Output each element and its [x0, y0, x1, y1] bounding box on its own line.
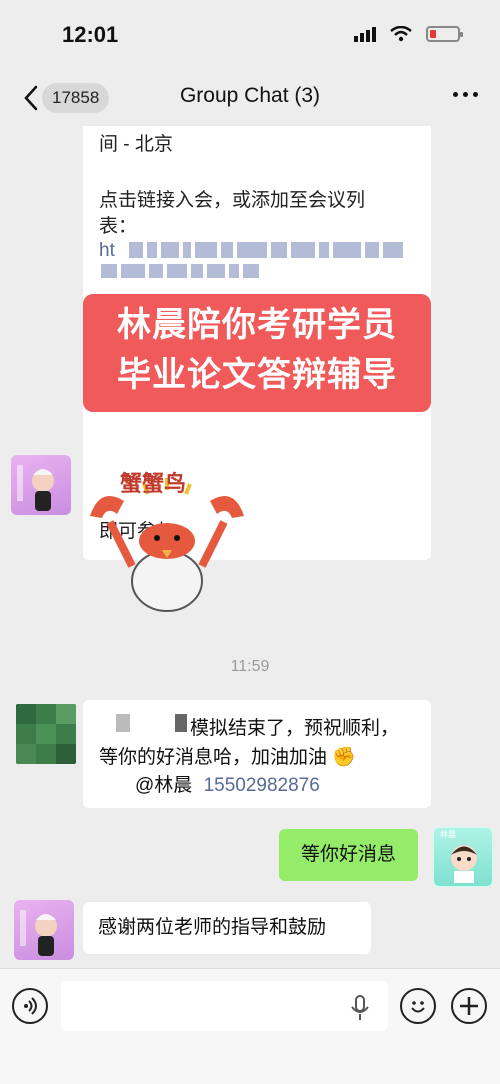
plus-button[interactable] [451, 988, 487, 1024]
avatar[interactable] [16, 704, 76, 764]
more-dot-icon [473, 92, 478, 97]
input-bar [0, 968, 500, 1084]
mention[interactable]: @林晨 [135, 775, 192, 796]
chat-area[interactable]: 间 - 北京 点击链接入会，或添加至会议列 表： ht 即可参与 林晨陪你考研学… [0, 126, 500, 968]
message-bubble[interactable]: 感谢两位老师的指导和鼓励 [83, 902, 371, 954]
voice-icon [24, 997, 37, 1015]
fist-emoji: ✊ [332, 747, 356, 768]
time-divider: 11:59 [230, 658, 270, 675]
more-button[interactable] [453, 92, 478, 97]
more-dot-icon [463, 92, 468, 97]
emoji-button[interactable] [400, 988, 436, 1024]
message-text: 等你的好消息哈，加油加油 [99, 747, 328, 768]
wifi-icon [390, 26, 412, 42]
status-bar: 12:01 [0, 0, 500, 70]
blurred-name [175, 714, 187, 732]
promo-line: 林晨陪你考研学员 [117, 306, 397, 344]
sticker-text: 蟹蟹鸟 [120, 471, 187, 496]
status-icons [354, 26, 463, 42]
card-text-line: 点击链接入会，或添加至会议列 [99, 190, 366, 211]
message-text: 模拟结束了，预祝顺利， [190, 718, 400, 739]
avatar-label: 林晨 [440, 830, 456, 839]
phone-number[interactable]: 15502982876 [204, 775, 320, 796]
promo-line: 毕业论文答辩辅导 [117, 356, 397, 394]
blurred-link [101, 264, 259, 278]
voice-button[interactable] [12, 988, 48, 1024]
own-avatar[interactable]: 林晨 [433, 827, 493, 887]
nav-bar: 17858 Group Chat (3) [0, 70, 500, 126]
meeting-link-prefix[interactable]: ht [99, 240, 115, 262]
message-bubble[interactable]: 模拟结束了，预祝顺利， 等你的好消息哈，加油加油 ✊ @林晨 155029828… [83, 700, 431, 808]
status-time: 12:01 [62, 22, 119, 47]
message-input[interactable] [61, 981, 388, 1031]
emoji-icon [411, 1001, 425, 1013]
baby-avatar-icon [20, 910, 57, 956]
card-text-line: 间 - 北京 [99, 134, 173, 155]
card-text-line: 表： [99, 216, 138, 237]
more-dot-icon [453, 92, 458, 97]
avatar[interactable] [14, 900, 74, 960]
signal-icon [354, 26, 376, 42]
microphone-icon[interactable] [351, 995, 369, 1021]
baby-avatar-icon [17, 465, 54, 511]
crab-bird-sticker[interactable]: 蟹蟹鸟 [82, 456, 252, 626]
promo-banner: 林晨陪你考研学员 毕业论文答辩辅导 [83, 294, 431, 412]
blurred-name [116, 714, 130, 732]
own-message-bubble[interactable]: 等你好消息 [279, 829, 418, 881]
blurred-link [129, 242, 403, 258]
avatar[interactable] [11, 455, 71, 515]
page-title: Group Chat (3) [179, 84, 321, 107]
battery-icon [426, 26, 463, 42]
plus-icon [460, 997, 478, 1015]
